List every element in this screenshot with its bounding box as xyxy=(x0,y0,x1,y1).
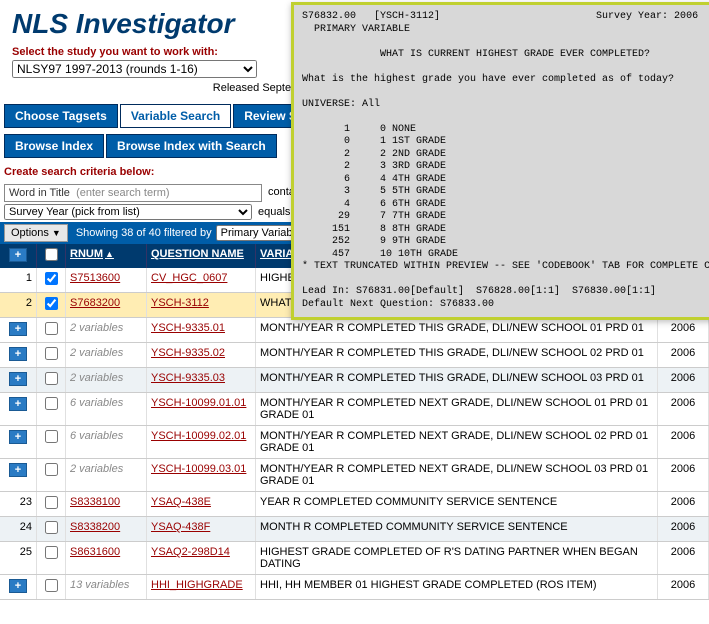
row-checkbox[interactable] xyxy=(45,463,58,476)
row-checkbox[interactable] xyxy=(45,397,58,410)
table-row: +2 variablesYSCH-9335.01MONTH/YEAR R COM… xyxy=(0,318,709,343)
rnum-link: 6 variables xyxy=(66,426,147,458)
search-field-year[interactable]: Survey Year (pick from list) xyxy=(4,204,252,220)
row-checkbox[interactable] xyxy=(45,347,58,360)
options-button[interactable]: Options▼ xyxy=(4,224,68,242)
chevron-down-icon: ▼ xyxy=(52,228,61,238)
qname-link[interactable]: YSAQ-438E xyxy=(147,492,256,516)
table-row: 24S8338200YSAQ-438FMONTH R COMPLETED COM… xyxy=(0,517,709,542)
variable-title: HIGHEST GRADE COMPLETED OF R'S DATING PA… xyxy=(256,542,658,574)
expand-button[interactable]: + xyxy=(9,397,27,411)
qname-link[interactable]: YSAQ-438F xyxy=(147,517,256,541)
rnum-link: 2 variables xyxy=(66,343,147,367)
table-row: 25S8631600YSAQ2-298D14HIGHEST GRADE COMP… xyxy=(0,542,709,575)
study-select[interactable]: NLSY97 1997-2013 (rounds 1-16) xyxy=(12,60,257,78)
year-cell: 2006 xyxy=(658,575,709,599)
year-cell: 2006 xyxy=(658,318,709,342)
year-cell: 2006 xyxy=(658,542,709,574)
qname-link[interactable]: HHI_HIGHGRADE xyxy=(147,575,256,599)
table-row: +6 variablesYSCH-10099.01.01MONTH/YEAR R… xyxy=(0,393,709,426)
table-row: +6 variablesYSCH-10099.02.01MONTH/YEAR R… xyxy=(0,426,709,459)
variable-preview-popup: S76832.00 [YSCH-3112] Survey Year: 2006 … xyxy=(291,2,709,320)
row-checkbox[interactable] xyxy=(45,496,58,509)
rnum-link[interactable]: S7513600 xyxy=(66,268,147,292)
results-info: Showing 38 of 40 filtered by xyxy=(76,227,212,239)
variable-title: MONTH/YEAR R COMPLETED NEXT GRADE, DLI/N… xyxy=(256,426,658,458)
rnum-link: 2 variables xyxy=(66,368,147,392)
search-field-word[interactable]: Word in Title (enter search term) xyxy=(4,184,262,202)
variable-title: MONTH/YEAR R COMPLETED THIS GRADE, DLI/N… xyxy=(256,368,658,392)
expand-button[interactable]: + xyxy=(9,372,27,386)
table-row: +2 variablesYSCH-9335.02MONTH/YEAR R COM… xyxy=(0,343,709,368)
year-cell: 2006 xyxy=(658,459,709,491)
sort-asc-icon: ▲ xyxy=(105,249,114,259)
row-checkbox[interactable] xyxy=(45,372,58,385)
select-all-checkbox[interactable] xyxy=(45,248,58,261)
rnum-link: 2 variables xyxy=(66,459,147,491)
year-cell: 2006 xyxy=(658,343,709,367)
header-qname[interactable]: QUESTION NAME xyxy=(151,248,244,260)
qname-link[interactable]: YSCH-9335.01 xyxy=(147,318,256,342)
variable-title: MONTH/YEAR R COMPLETED NEXT GRADE, DLI/N… xyxy=(256,459,658,491)
rnum-link[interactable]: S8631600 xyxy=(66,542,147,574)
tab-browse-index-with-search[interactable]: Browse Index with Search xyxy=(106,134,277,158)
table-row: 23S8338100YSAQ-438EYEAR R COMPLETED COMM… xyxy=(0,492,709,517)
row-checkbox[interactable] xyxy=(45,430,58,443)
header-rnum[interactable]: RNUM▲ xyxy=(70,248,114,260)
rnum-link[interactable]: S8338100 xyxy=(66,492,147,516)
qname-link[interactable]: YSCH-10099.03.01 xyxy=(147,459,256,491)
expand-button[interactable]: + xyxy=(9,347,27,361)
rnum-link: 13 variables xyxy=(66,575,147,599)
row-checkbox[interactable] xyxy=(45,579,58,592)
rnum-link[interactable]: S7683200 xyxy=(66,293,147,317)
qname-link[interactable]: YSCH-10099.01.01 xyxy=(147,393,256,425)
expand-button[interactable]: + xyxy=(9,579,27,593)
year-cell: 2006 xyxy=(658,492,709,516)
expand-button[interactable]: + xyxy=(9,463,27,477)
variable-title: MONTH/YEAR R COMPLETED THIS GRADE, DLI/N… xyxy=(256,318,658,342)
qname-link[interactable]: YSCH-9335.02 xyxy=(147,343,256,367)
rnum-link: 6 variables xyxy=(66,393,147,425)
variable-title: YEAR R COMPLETED COMMUNITY SERVICE SENTE… xyxy=(256,492,658,516)
qname-link[interactable]: YSCH-10099.02.01 xyxy=(147,426,256,458)
expand-button[interactable]: + xyxy=(9,322,27,336)
expand-all-button[interactable]: + xyxy=(9,248,27,262)
row-checkbox[interactable] xyxy=(45,297,58,310)
qname-link[interactable]: CV_HGC_0607 xyxy=(147,268,256,292)
variable-title: HHI, HH MEMBER 01 HIGHEST GRADE COMPLETE… xyxy=(256,575,658,599)
search-op-equals: equals xyxy=(252,204,296,220)
table-row: +13 variablesHHI_HIGHGRADEHHI, HH MEMBER… xyxy=(0,575,709,600)
qname-link[interactable]: YSCH-3112 xyxy=(147,293,256,317)
tab-variable-search[interactable]: Variable Search xyxy=(120,104,231,128)
year-cell: 2006 xyxy=(658,393,709,425)
expand-button[interactable]: + xyxy=(9,430,27,444)
year-cell: 2006 xyxy=(658,517,709,541)
year-cell: 2006 xyxy=(658,426,709,458)
row-checkbox[interactable] xyxy=(45,546,58,559)
rnum-link[interactable]: S8338200 xyxy=(66,517,147,541)
rnum-link: 2 variables xyxy=(66,318,147,342)
tab-browse-index[interactable]: Browse Index xyxy=(4,134,104,158)
qname-link[interactable]: YSAQ2-298D14 xyxy=(147,542,256,574)
table-row: +2 variablesYSCH-9335.03MONTH/YEAR R COM… xyxy=(0,368,709,393)
variable-title: MONTH/YEAR R COMPLETED NEXT GRADE, DLI/N… xyxy=(256,393,658,425)
qname-link[interactable]: YSCH-9335.03 xyxy=(147,368,256,392)
table-row: +2 variablesYSCH-10099.03.01MONTH/YEAR R… xyxy=(0,459,709,492)
row-checkbox[interactable] xyxy=(45,322,58,335)
tab-choose-tagsets[interactable]: Choose Tagsets xyxy=(4,104,118,128)
row-checkbox[interactable] xyxy=(45,521,58,534)
variable-title: MONTH/YEAR R COMPLETED THIS GRADE, DLI/N… xyxy=(256,343,658,367)
variable-title: MONTH R COMPLETED COMMUNITY SERVICE SENT… xyxy=(256,517,658,541)
row-checkbox[interactable] xyxy=(45,272,58,285)
year-cell: 2006 xyxy=(658,368,709,392)
